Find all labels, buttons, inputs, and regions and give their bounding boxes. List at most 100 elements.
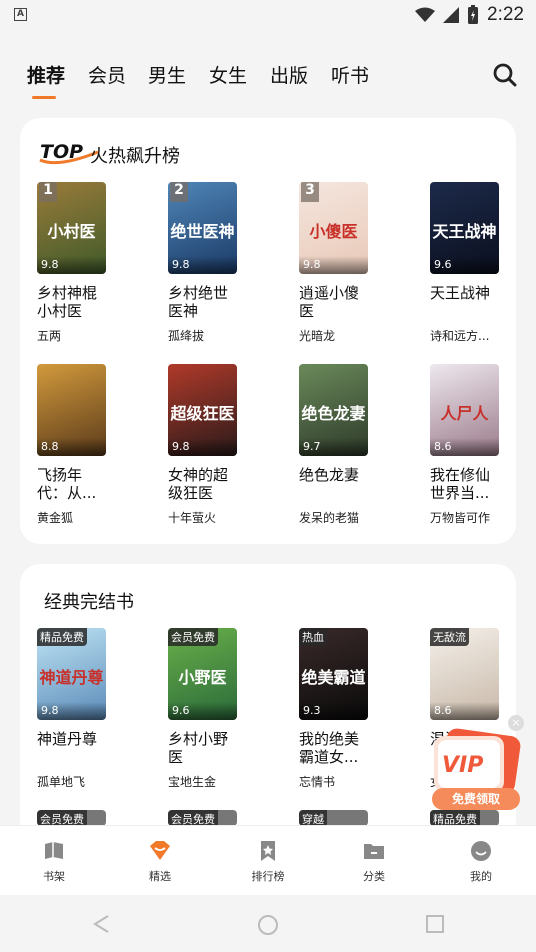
vip-close-button[interactable]: × xyxy=(508,715,524,731)
book-score: 9.8 xyxy=(299,256,368,274)
cover-artwork-title: 天王战神 xyxy=(432,222,497,241)
vip-claim-button[interactable]: 免费领取 xyxy=(432,788,520,810)
book-item[interactable]: 热血绝美霸道 9.3 我的绝美霸道女... 忘情书 xyxy=(299,628,411,790)
book-cover[interactable]: 8.8 xyxy=(37,364,106,456)
active-tab-indicator xyxy=(32,96,56,99)
book-title[interactable]: 乡村绝世医神 xyxy=(168,284,240,320)
bottom-navigation: 书架 精选 排行榜 分类 我的 xyxy=(0,825,536,895)
status-bar: A 2:22 xyxy=(0,0,536,30)
book-author: 五两 xyxy=(37,329,62,343)
book-tag: 会员免费 xyxy=(168,810,218,826)
book-cover-peek[interactable]: 穿越 xyxy=(299,810,368,826)
tab-publish[interactable]: 出版 xyxy=(270,61,308,88)
cover-artwork-title: 小野医 xyxy=(178,668,227,687)
book-author: 孤单地飞 xyxy=(37,775,86,789)
book-cover[interactable]: 精品免费 神道丹尊 9.8 xyxy=(37,628,106,720)
book-cover[interactable]: 天王战神 9.6 xyxy=(430,182,499,274)
signal-icon xyxy=(443,7,460,23)
book-cover[interactable]: 绝色龙妻 9.7 xyxy=(299,364,368,456)
book-cover-peek[interactable]: 会员免费 xyxy=(37,810,106,826)
tab-member[interactable]: 会员 xyxy=(88,61,126,88)
book-author: 孤绛拔 xyxy=(168,329,205,343)
book-author: 光暗龙 xyxy=(299,329,336,343)
cover-artwork-title: 超级狂医 xyxy=(170,404,235,423)
book-item[interactable]: 精品免费 神道丹尊 9.8 神道丹尊 孤单地飞 xyxy=(37,628,149,790)
book-item[interactable]: 2 绝世医神 9.8 乡村绝世医神孤绛拔 xyxy=(168,182,280,344)
book-title[interactable]: 女神的超级狂医 xyxy=(168,466,240,502)
book-title[interactable]: 逍遥小傻医 xyxy=(299,284,371,320)
book-cover[interactable]: 无敌流 8.6 xyxy=(430,628,499,720)
rank-badge: 1 xyxy=(39,182,57,202)
book-cover[interactable]: 2 绝世医神 9.8 xyxy=(168,182,237,274)
hot-ranking-card: TOP 火热飙升榜 1 小村医 9.8 乡村神棍小村医五两 2 绝世医神 9.8 乡村绝世医神… xyxy=(20,118,516,544)
nav-profile[interactable]: 我的 xyxy=(451,840,511,884)
book-tag: 无敌流 xyxy=(430,628,469,646)
book-item[interactable]: 8.8 飞扬年代：从... 黄金狐 xyxy=(37,364,149,526)
book-author: 发呆的老猫 xyxy=(299,511,360,525)
cover-artwork-title: 绝美霸道 xyxy=(301,668,366,687)
book-cover[interactable]: 3 小傻医 9.8 xyxy=(299,182,368,274)
book-cover[interactable]: 超级狂医 9.8 xyxy=(168,364,237,456)
book-score: 8.6 xyxy=(430,438,499,456)
book-item[interactable]: 3 小傻医 9.8 逍遥小傻医光暗龙 xyxy=(299,182,411,344)
book-item[interactable]: 1 小村医 9.8 乡村神棍小村医 五两 xyxy=(37,182,149,344)
book-item[interactable]: 会员免费 小野医 9.6 乡村小野医 宝地生金 xyxy=(168,628,280,790)
nav-bookshelf[interactable]: 书架 xyxy=(24,840,84,884)
book-score: 9.6 xyxy=(168,702,237,720)
book-cover[interactable]: 1 小村医 9.8 xyxy=(37,182,106,274)
book-score: 9.3 xyxy=(299,702,368,720)
profile-icon xyxy=(471,841,491,861)
home-icon[interactable] xyxy=(257,914,279,936)
category-icon xyxy=(364,844,384,859)
cover-artwork-title: 小傻医 xyxy=(309,222,358,241)
back-icon[interactable] xyxy=(92,914,110,934)
book-item[interactable]: 天王战神 9.6 天王战神诗和远方... xyxy=(430,182,536,344)
tab-recommend[interactable]: 推荐 xyxy=(27,61,65,88)
book-title[interactable]: 天王战神 xyxy=(430,284,502,320)
tab-male[interactable]: 男生 xyxy=(148,61,186,88)
tab-female[interactable]: 女生 xyxy=(209,61,247,88)
book-tag: 穿越 xyxy=(299,810,327,826)
nav-ranking[interactable]: 排行榜 xyxy=(238,840,298,884)
ranking-icon xyxy=(261,841,275,861)
book-score: 9.6 xyxy=(430,256,499,274)
book-title[interactable]: 乡村神棍小村医 xyxy=(37,284,109,320)
book-title[interactable]: 我在修仙世界当... xyxy=(430,466,502,502)
book-item[interactable]: 超级狂医 9.8 女神的超级狂医十年萤火 xyxy=(168,364,280,526)
featured-icon xyxy=(150,841,170,860)
book-title[interactable]: 我的绝美霸道女... xyxy=(299,730,371,766)
svg-text:TOP: TOP xyxy=(40,141,83,163)
book-item[interactable]: 绝色龙妻 9.7 绝色龙妻发呆的老猫 xyxy=(299,364,411,526)
cover-artwork-title: 神道丹尊 xyxy=(39,668,104,687)
cover-artwork-title: 小村医 xyxy=(47,222,96,241)
book-author: 黄金狐 xyxy=(37,511,74,525)
book-cover-peek[interactable]: 会员免费 xyxy=(168,810,237,826)
book-tag: 会员免费 xyxy=(168,628,218,646)
hot-ranking-title: 火热飙升榜 xyxy=(90,146,180,167)
book-author: 忘情书 xyxy=(299,775,336,789)
book-title[interactable]: 乡村小野医 xyxy=(168,730,240,766)
search-icon[interactable] xyxy=(492,62,518,88)
rank-badge: 3 xyxy=(301,182,319,202)
book-tag: 热血 xyxy=(299,628,327,646)
book-author: 诗和远方... xyxy=(430,329,490,343)
book-score: 9.8 xyxy=(37,702,106,720)
cover-artwork-title: 绝世医神 xyxy=(170,222,235,241)
book-title[interactable]: 神道丹尊 xyxy=(37,730,109,766)
rank-badge: 2 xyxy=(170,182,188,202)
book-cover[interactable]: 会员免费小野医 9.6 xyxy=(168,628,237,720)
tab-audiobook[interactable]: 听书 xyxy=(331,61,369,88)
nav-category[interactable]: 分类 xyxy=(344,840,404,884)
book-score: 9.7 xyxy=(299,438,368,456)
book-cover[interactable]: 人尸人 8.6 xyxy=(430,364,499,456)
recents-icon[interactable] xyxy=(425,914,445,934)
book-item[interactable]: 人尸人 8.6 我在修仙世界当... 万物皆可作 xyxy=(430,364,536,526)
book-title[interactable]: 绝色龙妻 xyxy=(299,466,371,502)
book-title[interactable]: 飞扬年代：从... xyxy=(37,466,109,502)
book-author: 十年萤火 xyxy=(168,511,217,525)
book-score: 9.8 xyxy=(168,256,237,274)
system-navigation-bar xyxy=(0,896,536,952)
book-score: 8.8 xyxy=(37,438,106,456)
book-cover[interactable]: 热血绝美霸道 9.3 xyxy=(299,628,368,720)
nav-featured[interactable]: 精选 xyxy=(130,840,190,884)
